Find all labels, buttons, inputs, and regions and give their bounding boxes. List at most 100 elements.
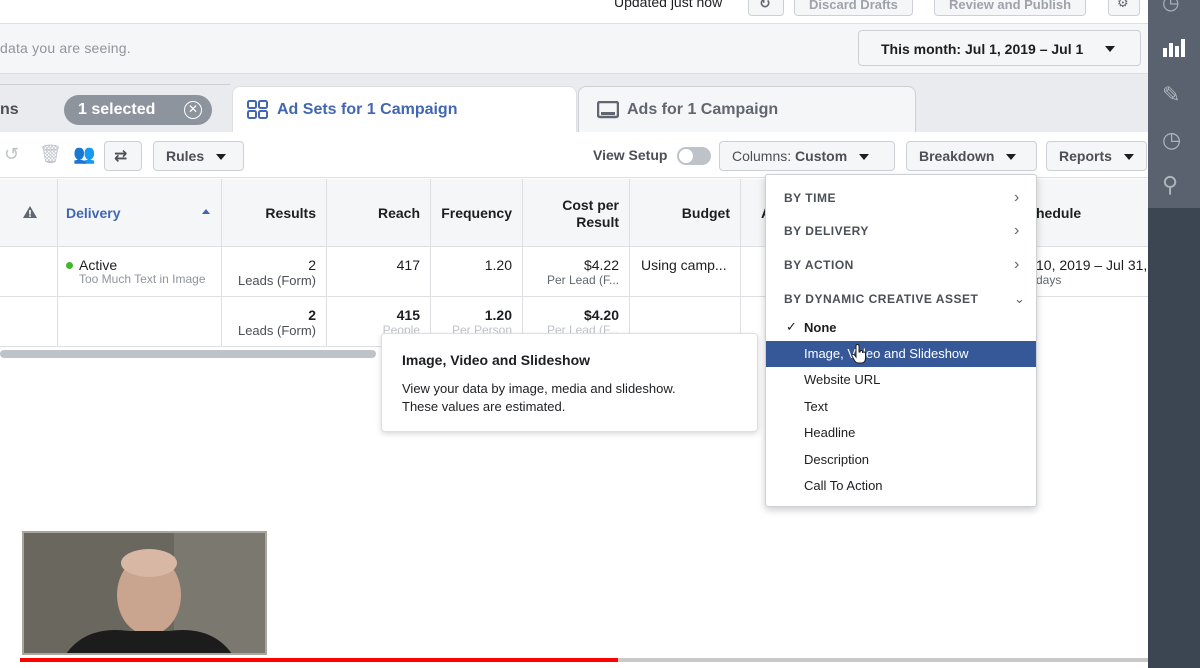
chevron-right-icon: ›: [1014, 222, 1020, 239]
menu-item-website-url[interactable]: Website URL: [766, 367, 1036, 393]
settings-button[interactable]: ⚙: [1108, 0, 1140, 16]
columns-value: Custom: [795, 148, 848, 164]
tab-ads[interactable]: Ads for 1 Campaign: [578, 86, 916, 132]
total-cost-value: $4.20: [583, 307, 619, 323]
search-chart-icon[interactable]: ⚲: [1162, 172, 1178, 198]
breakdown-tooltip: Image, Video and Slideshow View your dat…: [381, 333, 758, 432]
chevron-down-icon: [216, 154, 227, 161]
rules-button[interactable]: Rules: [153, 141, 244, 171]
reach-cell: 417: [327, 247, 431, 297]
people-icon[interactable]: 👥: [73, 144, 95, 165]
total-frequency-value: 1.20: [484, 307, 512, 323]
pencil-icon[interactable]: ✎: [1162, 82, 1180, 108]
menu-section-label: BY TIME: [784, 191, 836, 205]
cost-sub: Per Lead (F...: [546, 273, 619, 287]
menu-item-label: None: [804, 320, 837, 335]
header-delivery[interactable]: Delivery: [58, 179, 222, 247]
chevron-right-icon: ›: [1014, 189, 1020, 206]
cost-value: $4.22: [583, 257, 619, 273]
history-icon[interactable]: ◷: [1162, 0, 1179, 15]
clock-icon[interactable]: ◷: [1162, 127, 1181, 153]
header-cost-line2: Result: [576, 214, 619, 230]
total-results-value: 2: [308, 307, 316, 323]
frequency-cell: 1.20: [431, 247, 523, 297]
menu-section-by-delivery[interactable]: BY DELIVERY ›: [784, 222, 1019, 239]
chevron-down-icon: ⌄: [1014, 291, 1026, 306]
menu-item-none[interactable]: ✓ None: [766, 315, 1036, 341]
horizontal-scrollbar[interactable]: [0, 350, 376, 358]
chevron-down-icon: [1105, 46, 1115, 52]
schedule-value: 10, 2019 – Jul 31,: [1036, 257, 1148, 273]
budget-cell: Using camp...: [630, 247, 741, 297]
menu-item-image-video-slideshow[interactable]: Image, Video and Slideshow: [766, 341, 1036, 367]
discard-drafts-button[interactable]: Discard Drafts: [794, 0, 913, 16]
rules-label: Rules: [166, 148, 205, 164]
undo-icon[interactable]: ↺: [4, 144, 19, 165]
menu-item-label: Website URL: [804, 372, 881, 387]
sort-asc-icon: [202, 209, 210, 214]
chevron-down-icon: [859, 154, 870, 161]
date-range-picker[interactable]: This month: Jul 1, 2019 – Jul 1: [858, 30, 1141, 66]
header-cost-per-result[interactable]: Cost per Result: [523, 179, 630, 247]
bar-chart-icon[interactable]: [1163, 38, 1185, 58]
budget-value: Using camp...: [641, 257, 727, 273]
compare-icon: ⇄: [114, 148, 128, 165]
header-reach-label: Reach: [377, 205, 420, 221]
header-cost-line1: Cost per: [562, 197, 619, 213]
presenter-video: [24, 533, 265, 653]
menu-section-by-time[interactable]: BY TIME ›: [784, 189, 1019, 206]
menu-item-label: Headline: [804, 425, 856, 440]
header-delivery-label: Delivery: [66, 205, 121, 221]
header-reach[interactable]: Reach: [327, 179, 431, 247]
table-row-cell: [0, 297, 58, 347]
tab-ads-label: Ads for 1 Campaign: [627, 101, 779, 118]
tabs-row: ns 1 selected ✕ Ad Sets for 1 Campaign A…: [0, 74, 1148, 132]
header-schedule[interactable]: hedule: [1036, 179, 1148, 247]
schedule-cell: 10, 2019 – Jul 31, days: [1036, 247, 1148, 297]
cost-cell: $4.22 Per Lead (F...: [523, 247, 630, 297]
menu-item-headline[interactable]: Headline: [766, 420, 1036, 446]
webcam-overlay: [22, 531, 267, 655]
status-dot-icon: [66, 262, 73, 269]
menu-item-label: Description: [804, 452, 870, 467]
menu-item-call-to-action[interactable]: Call To Action: [766, 473, 1036, 499]
refresh-button[interactable]: ↻: [748, 0, 784, 16]
tooltip-body: View your data by image, media and slide…: [402, 380, 676, 416]
updated-status: Updated just now: [614, 0, 723, 10]
info-hint: data you are seeing.: [0, 40, 131, 56]
view-setup-toggle[interactable]: [677, 147, 711, 165]
chevron-right-icon: ›: [1014, 256, 1020, 273]
menu-section-dynamic-creative[interactable]: BY DYNAMIC CREATIVE ASSET ⌄: [784, 291, 1025, 306]
tooltip-title: Image, Video and Slideshow: [402, 352, 591, 368]
clear-selection-icon[interactable]: ✕: [184, 101, 202, 119]
reports-label: Reports: [1059, 148, 1112, 164]
header-results[interactable]: Results: [222, 179, 327, 247]
results-sub: Leads (Form): [237, 273, 316, 288]
delivery-cell: Active Too Much Text in Image: [58, 247, 222, 297]
columns-button[interactable]: Columns: Custom: [719, 141, 895, 171]
menu-item-description[interactable]: Description: [766, 447, 1036, 473]
header-budget[interactable]: Budget: [630, 179, 741, 247]
refresh-icon: ↻: [759, 0, 771, 11]
menu-item-text[interactable]: Text: [766, 394, 1036, 420]
header-frequency[interactable]: Frequency: [431, 179, 523, 247]
menu-section-label: BY DYNAMIC CREATIVE ASSET: [784, 292, 979, 306]
review-publish-button[interactable]: Review and Publish: [934, 0, 1087, 16]
menu-item-label: Text: [804, 399, 828, 414]
breakdown-button[interactable]: Breakdown: [906, 141, 1037, 171]
tab-ad-sets[interactable]: Ad Sets for 1 Campaign: [232, 86, 577, 132]
table-row-cell: [0, 247, 58, 297]
reports-button[interactable]: Reports: [1046, 141, 1147, 171]
toolbar: ↺ 🗑 👥 ⇄ Rules View Setup Columns: Custom…: [0, 132, 1148, 178]
video-progress-bar[interactable]: [20, 658, 1148, 662]
table-row-cell: [58, 297, 222, 347]
info-bar: data you are seeing. This month: Jul 1, …: [0, 24, 1148, 74]
header-schedule-label: hedule: [1036, 205, 1082, 221]
warning-icon: [23, 206, 37, 218]
menu-section-by-action[interactable]: BY ACTION ›: [784, 256, 1019, 273]
compare-button[interactable]: ⇄: [104, 141, 142, 171]
trash-icon[interactable]: 🗑: [39, 144, 62, 165]
breakdown-menu: BY TIME › BY DELIVERY › BY ACTION › BY DYNA…: [765, 174, 1037, 507]
chevron-down-icon: [1006, 154, 1017, 161]
date-range-label: This month: Jul 1, 2019 – Jul 1: [881, 41, 1084, 57]
